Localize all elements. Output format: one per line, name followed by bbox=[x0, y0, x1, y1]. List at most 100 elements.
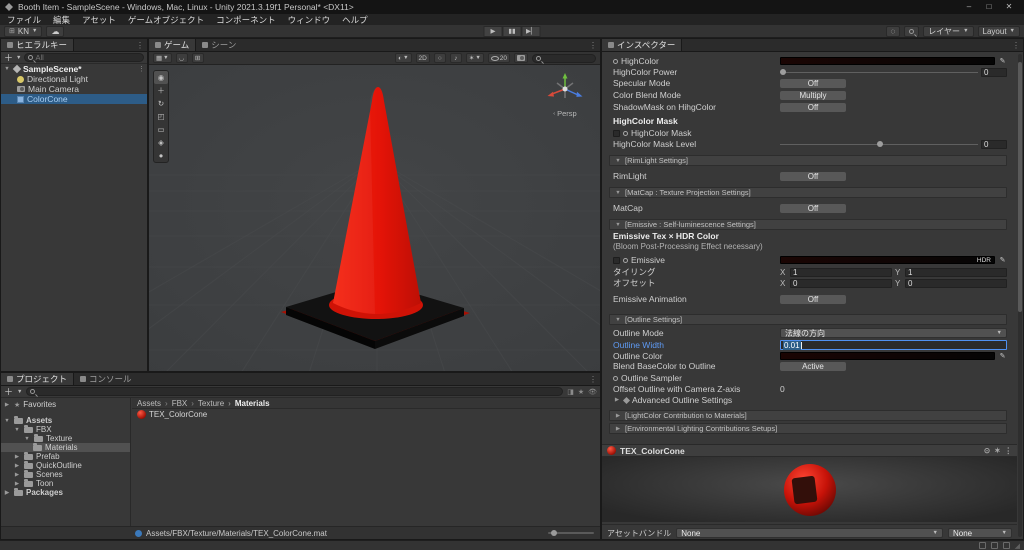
asset-bundle-variant-dropdown[interactable]: None ▼ bbox=[948, 528, 1012, 538]
close-button[interactable]: ✕ bbox=[999, 0, 1019, 14]
create-button[interactable]: ＋ bbox=[4, 51, 13, 64]
minimize-button[interactable]: – bbox=[959, 0, 979, 14]
grid-visibility-button[interactable]: ▦ ▼ bbox=[153, 53, 172, 63]
shading-mode-dropdown[interactable]: ◐ ▼ bbox=[395, 53, 412, 63]
scene-search[interactable] bbox=[532, 53, 596, 63]
foldout-open-icon[interactable]: ▼ bbox=[3, 66, 11, 72]
account-button[interactable]: ⊞ KN ▼ bbox=[4, 25, 43, 37]
grid-snap-button[interactable]: ⊞ bbox=[191, 53, 204, 63]
highcolor-power-value[interactable]: 0 bbox=[981, 67, 1007, 77]
orientation-gizmo[interactable]: ‹ Persp bbox=[542, 71, 588, 118]
emissive-hdr-color-field[interactable]: HDR bbox=[780, 256, 995, 264]
resize-grip-icon[interactable]: ◢ bbox=[1015, 542, 1020, 550]
emissive-animation-button[interactable]: Off bbox=[780, 294, 846, 304]
services-button[interactable]: ◌ bbox=[885, 25, 901, 37]
scene-options-icon[interactable]: ⋮ bbox=[138, 65, 145, 73]
eyedropper-icon[interactable]: ✎ bbox=[998, 256, 1007, 264]
eyedropper-icon[interactable]: ✎ bbox=[998, 57, 1007, 65]
tree-item-texture[interactable]: ▼ Texture bbox=[1, 433, 130, 443]
search-by-type-icon[interactable]: ◨ bbox=[567, 388, 574, 396]
panel-menu-icon[interactable]: ⋮ bbox=[589, 375, 597, 384]
foldout-closed-icon[interactable]: ▶ bbox=[13, 463, 21, 469]
search-button[interactable] bbox=[904, 25, 920, 37]
offset-y-field[interactable]: 0 bbox=[905, 278, 1007, 288]
eyedropper-icon[interactable]: ✎ bbox=[998, 352, 1007, 360]
foldout-open-icon[interactable]: ▼ bbox=[13, 427, 21, 433]
perspective-toggle[interactable]: ‹ Persp bbox=[542, 109, 588, 118]
tree-item-scenes[interactable]: ▶ Scenes bbox=[1, 469, 130, 479]
breadcrumb-fbx[interactable]: FBX bbox=[161, 399, 188, 408]
hierarchy-search[interactable] bbox=[24, 53, 144, 62]
hierarchy-item-directional-light[interactable]: Directional Light bbox=[1, 74, 147, 84]
move-tool[interactable]: ＋ bbox=[154, 84, 168, 97]
panel-menu-icon[interactable]: ⋮ bbox=[136, 41, 144, 50]
background-tasks-icon[interactable] bbox=[978, 542, 986, 549]
foldout-closed-icon[interactable]: ▶ bbox=[613, 397, 621, 403]
custom-tool[interactable]: ● bbox=[154, 149, 168, 162]
matcap-section-header[interactable]: ▼ [MatCap : Texture Projection Settings] bbox=[609, 187, 1007, 198]
tab-hierarchy[interactable]: ヒエラルキー bbox=[1, 39, 75, 51]
tree-item-assets[interactable]: ▼ Assets bbox=[1, 415, 130, 425]
highcolor-color-field[interactable] bbox=[780, 57, 995, 65]
preview-menu-icon[interactable]: ⋮ bbox=[1005, 446, 1013, 455]
breadcrumb-texture[interactable]: Texture bbox=[187, 399, 224, 408]
tab-console[interactable]: コンソール bbox=[74, 373, 138, 385]
hierarchy-item-main-camera[interactable]: Main Camera bbox=[1, 84, 147, 94]
console-status-icon[interactable] bbox=[990, 542, 998, 549]
slider-knob[interactable] bbox=[877, 141, 884, 147]
play-button[interactable]: ▶ bbox=[483, 25, 503, 37]
outline-zoffset-value[interactable]: 0 bbox=[780, 384, 785, 394]
snap-magnet-button[interactable]: ◡ bbox=[175, 53, 188, 63]
hidden-packages-icon[interactable]: 👁 bbox=[588, 388, 597, 396]
project-search[interactable] bbox=[26, 387, 564, 396]
scene-audio-button[interactable]: ♪ bbox=[449, 53, 462, 63]
notifications-icon[interactable] bbox=[1002, 542, 1010, 549]
foldout-open-icon[interactable]: ▼ bbox=[23, 436, 31, 442]
scale-tool[interactable]: ◰ bbox=[154, 110, 168, 123]
mask-level-value[interactable]: 0 bbox=[981, 139, 1007, 149]
outline-color-field[interactable] bbox=[780, 352, 995, 360]
create-button[interactable]: ＋ bbox=[4, 385, 13, 398]
asset-item-tex-colorcone[interactable]: TEX_ColorCone bbox=[132, 409, 600, 420]
foldout-closed-icon[interactable]: ▶ bbox=[3, 490, 11, 496]
project-search-input[interactable] bbox=[37, 387, 560, 396]
scene-lighting-button[interactable]: ○ bbox=[433, 53, 446, 63]
tree-item-packages[interactable]: ▶ Packages bbox=[1, 487, 130, 497]
scene-row[interactable]: ▼ SampleScene* ⋮ bbox=[1, 64, 147, 74]
environment-section-header[interactable]: ▶ [Environmental Lighting Contributions … bbox=[609, 423, 1007, 434]
outline-section-header[interactable]: ▼ [Outline Settings] bbox=[609, 314, 1007, 325]
checkbox-icon[interactable] bbox=[613, 256, 620, 264]
slider-knob[interactable] bbox=[551, 530, 557, 536]
layout-dropdown[interactable]: Layout ▼ bbox=[977, 25, 1020, 37]
panel-menu-icon[interactable]: ⋮ bbox=[1012, 41, 1020, 50]
menu-edit[interactable]: 編集 bbox=[53, 14, 70, 26]
asset-bundle-dropdown[interactable]: None ▼ bbox=[676, 528, 943, 538]
preview-shape-icon[interactable]: ⊙ bbox=[984, 446, 990, 455]
transform-tool[interactable]: ◈ bbox=[154, 136, 168, 149]
tiling-y-field[interactable]: 1 bbox=[905, 267, 1007, 277]
preview-light-icon[interactable]: ✶ bbox=[994, 446, 1000, 455]
scrollbar-thumb[interactable] bbox=[1018, 62, 1022, 312]
breadcrumb-materials[interactable]: Materials bbox=[224, 399, 270, 408]
rimlight-button[interactable]: Off bbox=[780, 171, 846, 181]
tree-item-toon[interactable]: ▶ Toon bbox=[1, 478, 130, 488]
tree-item-quickoutline[interactable]: ▶ QuickOutline bbox=[1, 460, 130, 470]
asset-list[interactable]: TEX_ColorCone bbox=[132, 409, 600, 526]
foldout-closed-icon[interactable]: ▶ bbox=[13, 481, 21, 487]
hierarchy-search-input[interactable] bbox=[35, 53, 140, 62]
panel-menu-icon[interactable]: ⋮ bbox=[589, 41, 597, 50]
tab-project[interactable]: プロジェクト bbox=[1, 373, 75, 385]
outline-mode-dropdown[interactable]: 法線の方向 ▼ bbox=[780, 328, 1007, 338]
checkbox-icon[interactable] bbox=[613, 129, 620, 137]
inspector-scrollbar[interactable] bbox=[1018, 54, 1022, 537]
tree-item-favorites[interactable]: ▶ ★ Favorites bbox=[1, 400, 130, 409]
cloud-button[interactable]: ☁ bbox=[46, 25, 65, 37]
material-preview-header[interactable]: TEX_ColorCone ⊙ ✶ ⋮ bbox=[602, 444, 1017, 457]
foldout-closed-icon[interactable]: ▶ bbox=[3, 402, 11, 408]
thumbnail-size-slider[interactable] bbox=[548, 530, 594, 536]
hierarchy-item-colorcone[interactable]: ColorCone bbox=[1, 94, 147, 104]
matcap-button[interactable]: Off bbox=[780, 203, 846, 213]
menu-assets[interactable]: アセット bbox=[82, 14, 116, 26]
scene-visibility-button[interactable]: 20 bbox=[487, 53, 510, 63]
foldout-closed-icon[interactable]: ▶ bbox=[13, 472, 21, 478]
